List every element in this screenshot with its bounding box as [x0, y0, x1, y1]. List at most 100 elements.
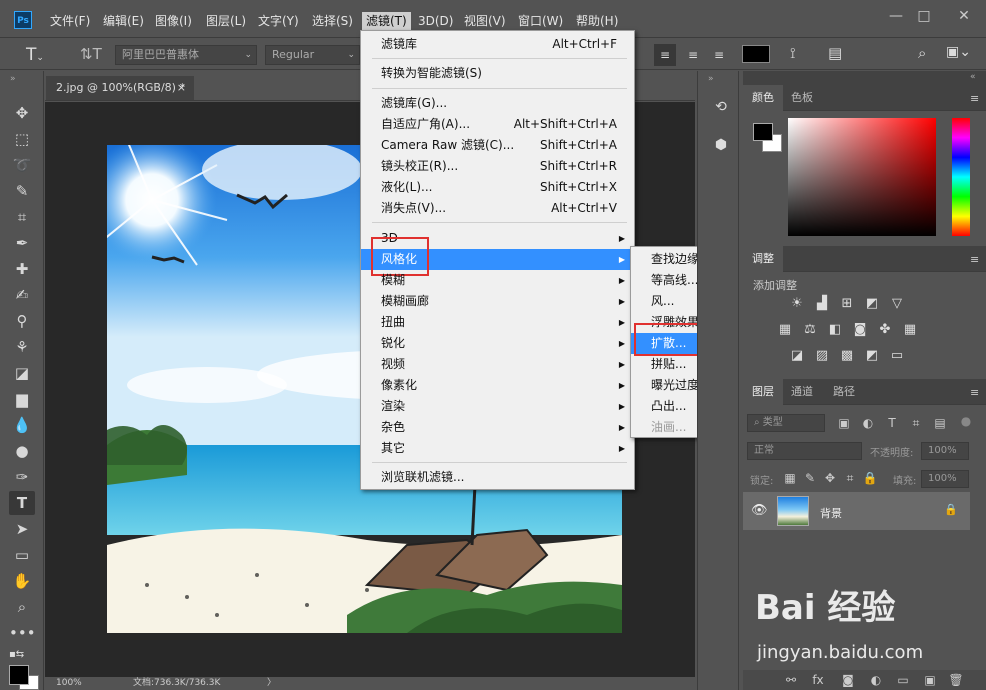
- invert-icon[interactable]: ◪: [787, 347, 807, 365]
- filter-gallery-item[interactable]: 滤镜库 Alt+Ctrl+F: [361, 34, 633, 55]
- zoom-level[interactable]: 100%: [56, 677, 82, 690]
- type-tool-preset-icon[interactable]: T⌄: [26, 45, 44, 65]
- hue-saturation-icon[interactable]: ▦: [775, 321, 795, 339]
- delete-layer-icon[interactable]: 🗑: [948, 672, 964, 688]
- selective-color-icon[interactable]: ◩: [862, 347, 882, 365]
- path-selection-tool-icon[interactable]: ➤: [9, 517, 35, 541]
- menu-file[interactable]: 文件(F): [50, 12, 90, 30]
- tab-adjustments[interactable]: 调整: [743, 246, 783, 272]
- menu-help[interactable]: 帮助(H): [576, 12, 618, 30]
- lock-position-icon[interactable]: ✥: [822, 470, 838, 486]
- liquify-item[interactable]: 液化(L)... Shift+Ctrl+X: [361, 177, 633, 198]
- sharpen-item[interactable]: 锐化 ▶: [361, 333, 633, 354]
- vanishing-point-item[interactable]: 消失点(V)... Alt+Ctrl+V: [361, 198, 633, 219]
- history-panel-icon[interactable]: ⟲: [708, 96, 734, 118]
- lens-correction-item[interactable]: 镜头校正(R)... Shift+Ctrl+R: [361, 156, 633, 177]
- hue-slider[interactable]: [952, 118, 970, 236]
- layer-name[interactable]: 背景: [820, 505, 842, 521]
- tab-swatches[interactable]: 色板: [782, 85, 822, 111]
- collapse-arrows-icon[interactable]: »: [10, 74, 16, 84]
- browse-online-filters-item[interactable]: 浏览联机滤镜...: [361, 467, 633, 488]
- adaptive-wide-angle-item[interactable]: 自适应广角(A)... Alt+Shift+Ctrl+A: [361, 114, 633, 135]
- pen-tool-icon[interactable]: ✑: [9, 465, 35, 489]
- noise-item[interactable]: 杂色 ▶: [361, 417, 633, 438]
- color-balance-icon[interactable]: ⚖: [800, 321, 820, 339]
- type-filter-icon[interactable]: T: [884, 415, 900, 431]
- foreground-color-swatch[interactable]: [9, 665, 29, 685]
- close-tab-icon[interactable]: ×: [177, 76, 186, 100]
- blend-mode-select[interactable]: 正常: [747, 442, 862, 460]
- quick-select-tool-icon[interactable]: ✎: [9, 179, 35, 203]
- tab-paths[interactable]: 路径: [824, 379, 864, 405]
- tab-color[interactable]: 颜色: [743, 85, 783, 111]
- menu-image[interactable]: 图像(I): [155, 12, 192, 30]
- menu-view[interactable]: 视图(V): [464, 12, 506, 30]
- collapse-arrows-icon[interactable]: »: [708, 74, 714, 84]
- blur-gallery-item[interactable]: 模糊画廊 ▶: [361, 291, 633, 312]
- filter-toggle-icon[interactable]: ●: [958, 413, 974, 429]
- convert-smart-filter-item[interactable]: 转换为智能滤镜(S): [361, 63, 633, 84]
- blur-tool-icon[interactable]: 💧: [9, 413, 35, 437]
- dodge-tool-icon[interactable]: ●: [9, 439, 35, 463]
- other-item[interactable]: 其它 ▶: [361, 438, 633, 459]
- pixel-filter-icon[interactable]: ▣: [836, 415, 852, 431]
- menu-select[interactable]: 选择(S): [312, 12, 353, 30]
- brush-tool-icon[interactable]: ✍: [9, 283, 35, 307]
- eyedropper-tool-icon[interactable]: ✒: [9, 231, 35, 255]
- history-brush-tool-icon[interactable]: ⚘: [9, 335, 35, 359]
- layer-filter-kind-select[interactable]: ⌕ 类型: [747, 414, 825, 432]
- status-menu-arrow-icon[interactable]: 〉: [267, 677, 276, 690]
- blur-item[interactable]: 模糊 ▶: [361, 270, 633, 291]
- rectangle-tool-icon[interactable]: ▭: [9, 543, 35, 567]
- tab-channels[interactable]: 通道: [782, 379, 822, 405]
- add-mask-icon[interactable]: ◙: [840, 672, 856, 688]
- color-lookup-icon[interactable]: ▦: [900, 321, 920, 339]
- align-right-icon[interactable]: ≡: [708, 44, 730, 66]
- hand-tool-icon[interactable]: ✋: [9, 569, 35, 593]
- panel-menu-icon[interactable]: ≡: [970, 386, 979, 399]
- eraser-tool-icon[interactable]: ◪: [9, 361, 35, 385]
- pixelate-item[interactable]: 像素化 ▶: [361, 375, 633, 396]
- search-icon[interactable]: ⌕: [918, 44, 926, 62]
- maximize-icon[interactable]: □: [912, 8, 936, 24]
- foreground-color-chip[interactable]: [753, 123, 773, 141]
- black-white-icon[interactable]: ◧: [825, 321, 845, 339]
- edit-toolbar-icon[interactable]: •••: [9, 621, 36, 645]
- smart-object-filter-icon[interactable]: ▤: [932, 415, 948, 431]
- close-icon[interactable]: ✕: [952, 8, 976, 24]
- visibility-eye-icon[interactable]: 👁: [751, 503, 768, 518]
- camera-raw-filter-item[interactable]: Camera Raw 滤镜(C)... Shift+Ctrl+A: [361, 135, 633, 156]
- vibrance-icon[interactable]: ▽: [887, 295, 907, 313]
- curves-icon[interactable]: ⊞: [837, 295, 857, 313]
- layer-style-icon[interactable]: fx: [810, 672, 826, 688]
- distort-item[interactable]: 扭曲 ▶: [361, 312, 633, 333]
- video-item[interactable]: 视频 ▶: [361, 354, 633, 375]
- gradient-map-icon[interactable]: ▭: [887, 347, 907, 365]
- document-tab[interactable]: 2.jpg @ 100%(RGB/8) * ×: [46, 76, 194, 100]
- character-panel-icon[interactable]: ▤: [828, 44, 842, 62]
- crop-tool-icon[interactable]: ⌗: [9, 205, 35, 229]
- new-group-icon[interactable]: ▭: [895, 672, 911, 688]
- panel-menu-icon[interactable]: ≡: [970, 92, 979, 105]
- collapse-arrows-icon[interactable]: «: [970, 72, 976, 82]
- align-center-icon[interactable]: ≡: [682, 44, 704, 66]
- fill-input[interactable]: 100%: [921, 470, 969, 488]
- posterize-icon[interactable]: ▨: [812, 347, 832, 365]
- lock-all-icon[interactable]: 🔒: [862, 470, 878, 486]
- channel-mixer-icon[interactable]: ✤: [875, 321, 895, 339]
- tab-layers[interactable]: 图层: [743, 379, 783, 405]
- levels-icon[interactable]: ▟: [812, 295, 832, 313]
- lock-artboard-icon[interactable]: ⌗: [842, 470, 858, 486]
- menu-layer[interactable]: 图层(L): [206, 12, 246, 30]
- color-field[interactable]: [788, 118, 936, 236]
- exposure-icon[interactable]: ◩: [862, 295, 882, 313]
- brightness-contrast-icon[interactable]: ☀: [787, 295, 807, 313]
- filter-gallery-g-item[interactable]: 滤镜库(G)...: [361, 93, 633, 114]
- minimize-icon[interactable]: —: [884, 8, 908, 24]
- lock-transparent-icon[interactable]: ▦: [782, 470, 798, 486]
- opacity-input[interactable]: 100%: [921, 442, 969, 460]
- new-layer-icon[interactable]: ▣: [922, 672, 938, 688]
- text-orientation-icon[interactable]: ⇅T: [80, 45, 102, 63]
- panel-menu-icon[interactable]: ≡: [970, 253, 979, 266]
- menu-window[interactable]: 窗口(W): [518, 12, 563, 30]
